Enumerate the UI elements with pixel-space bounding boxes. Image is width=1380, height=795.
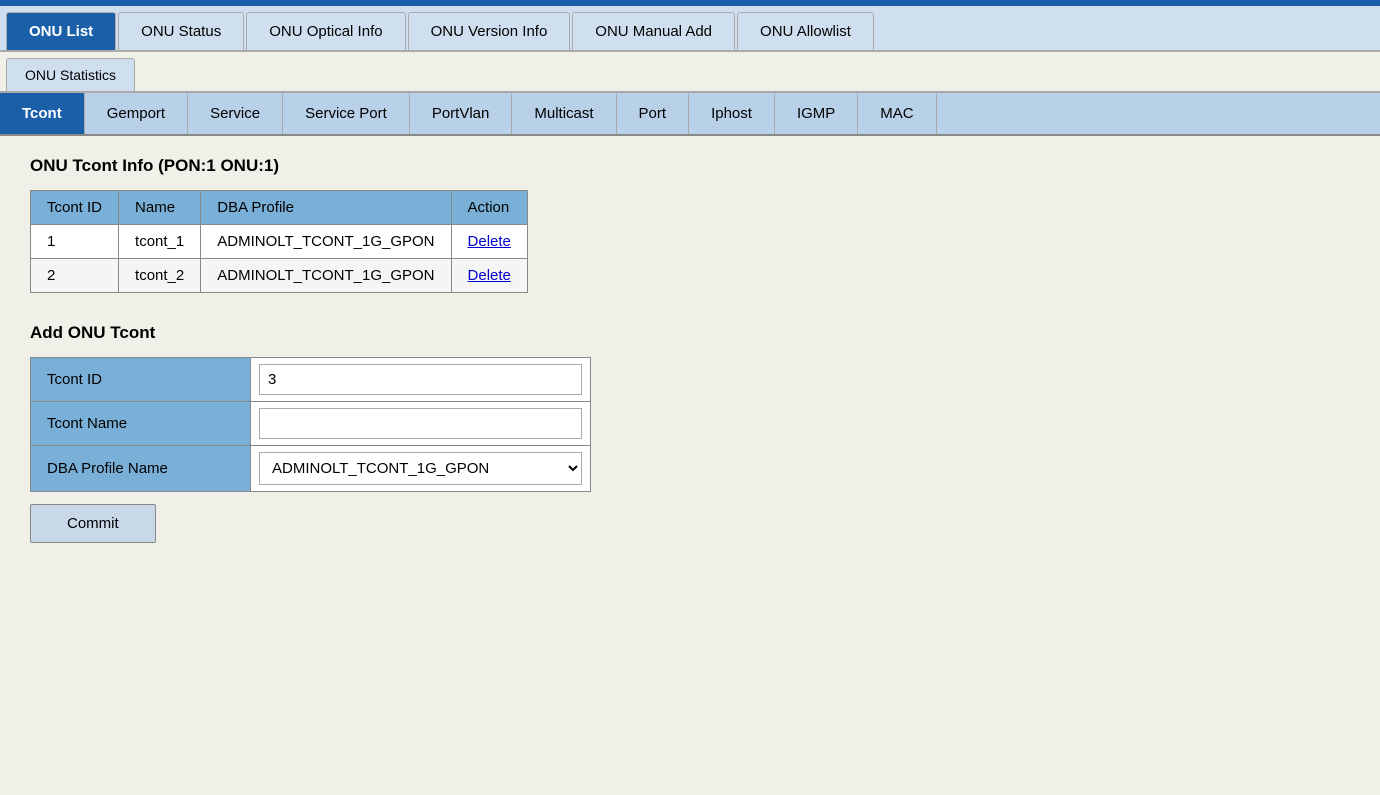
- cell-name-2: tcont_2: [119, 259, 201, 293]
- tcont-id-input[interactable]: [259, 364, 582, 395]
- label-tcont-id: Tcont ID: [31, 358, 251, 402]
- add-title: Add ONU Tcont: [30, 323, 1350, 343]
- cell-dba-1: ADMINOLT_TCONT_1G_GPON: [201, 225, 451, 259]
- sub-tab-bar: Tcont Gemport Service Service Port PortV…: [0, 93, 1380, 136]
- col-dba-profile: DBA Profile: [201, 191, 451, 225]
- tab-mac[interactable]: MAC: [858, 93, 936, 134]
- cell-dba-2: ADMINOLT_TCONT_1G_GPON: [201, 259, 451, 293]
- col-name: Name: [119, 191, 201, 225]
- dba-profile-select[interactable]: ADMINOLT_TCONT_1G_GPON: [259, 452, 582, 485]
- add-form-table: Tcont ID Tcont Name DBA Profile Name ADM…: [30, 357, 591, 492]
- top-tab-bar: ONU List ONU Status ONU Optical Info ONU…: [0, 6, 1380, 52]
- tab-onu-optical-info[interactable]: ONU Optical Info: [246, 12, 405, 50]
- tcont-info-table: Tcont ID Name DBA Profile Action 1 tcont…: [30, 190, 528, 293]
- tab-service[interactable]: Service: [188, 93, 283, 134]
- tab-onu-list[interactable]: ONU List: [6, 12, 116, 50]
- tab-port[interactable]: Port: [617, 93, 690, 134]
- delete-link-2[interactable]: Delete: [468, 267, 511, 284]
- info-title: ONU Tcont Info (PON:1 ONU:1): [30, 156, 1350, 176]
- tab-onu-status[interactable]: ONU Status: [118, 12, 244, 50]
- tab-onu-allowlist[interactable]: ONU Allowlist: [737, 12, 874, 50]
- tab-onu-statistics[interactable]: ONU Statistics: [6, 58, 135, 91]
- form-row-tcont-id: Tcont ID: [31, 358, 591, 402]
- tab-portvlan[interactable]: PortVlan: [410, 93, 513, 134]
- form-row-tcont-name: Tcont Name: [31, 402, 591, 446]
- tab-tcont[interactable]: Tcont: [0, 93, 85, 134]
- commit-button[interactable]: Commit: [30, 504, 156, 543]
- tab-service-port[interactable]: Service Port: [283, 93, 410, 134]
- tab-igmp[interactable]: IGMP: [775, 93, 858, 134]
- col-tcont-id: Tcont ID: [31, 191, 119, 225]
- delete-link-1[interactable]: Delete: [468, 233, 511, 250]
- input-cell-tcont-name: [251, 402, 591, 446]
- input-cell-dba-profile: ADMINOLT_TCONT_1G_GPON: [251, 446, 591, 492]
- main-content: ONU Tcont Info (PON:1 ONU:1) Tcont ID Na…: [0, 136, 1380, 563]
- label-tcont-name: Tcont Name: [31, 402, 251, 446]
- cell-tcont-id-1: 1: [31, 225, 119, 259]
- table-row: 1 tcont_1 ADMINOLT_TCONT_1G_GPON Delete: [31, 225, 528, 259]
- tab-onu-version-info[interactable]: ONU Version Info: [408, 12, 571, 50]
- form-row-dba-profile: DBA Profile Name ADMINOLT_TCONT_1G_GPON: [31, 446, 591, 492]
- tcont-name-input[interactable]: [259, 408, 582, 439]
- cell-name-1: tcont_1: [119, 225, 201, 259]
- input-cell-tcont-id: [251, 358, 591, 402]
- label-dba-profile: DBA Profile Name: [31, 446, 251, 492]
- tab-iphost[interactable]: Iphost: [689, 93, 775, 134]
- col-action: Action: [451, 191, 527, 225]
- tab-gemport[interactable]: Gemport: [85, 93, 188, 134]
- top-tab-bar2: ONU Statistics: [0, 52, 1380, 93]
- table-row: 2 tcont_2 ADMINOLT_TCONT_1G_GPON Delete: [31, 259, 528, 293]
- tab-onu-manual-add[interactable]: ONU Manual Add: [572, 12, 735, 50]
- tab-multicast[interactable]: Multicast: [512, 93, 616, 134]
- cell-action-1: Delete: [451, 225, 527, 259]
- cell-action-2: Delete: [451, 259, 527, 293]
- cell-tcont-id-2: 2: [31, 259, 119, 293]
